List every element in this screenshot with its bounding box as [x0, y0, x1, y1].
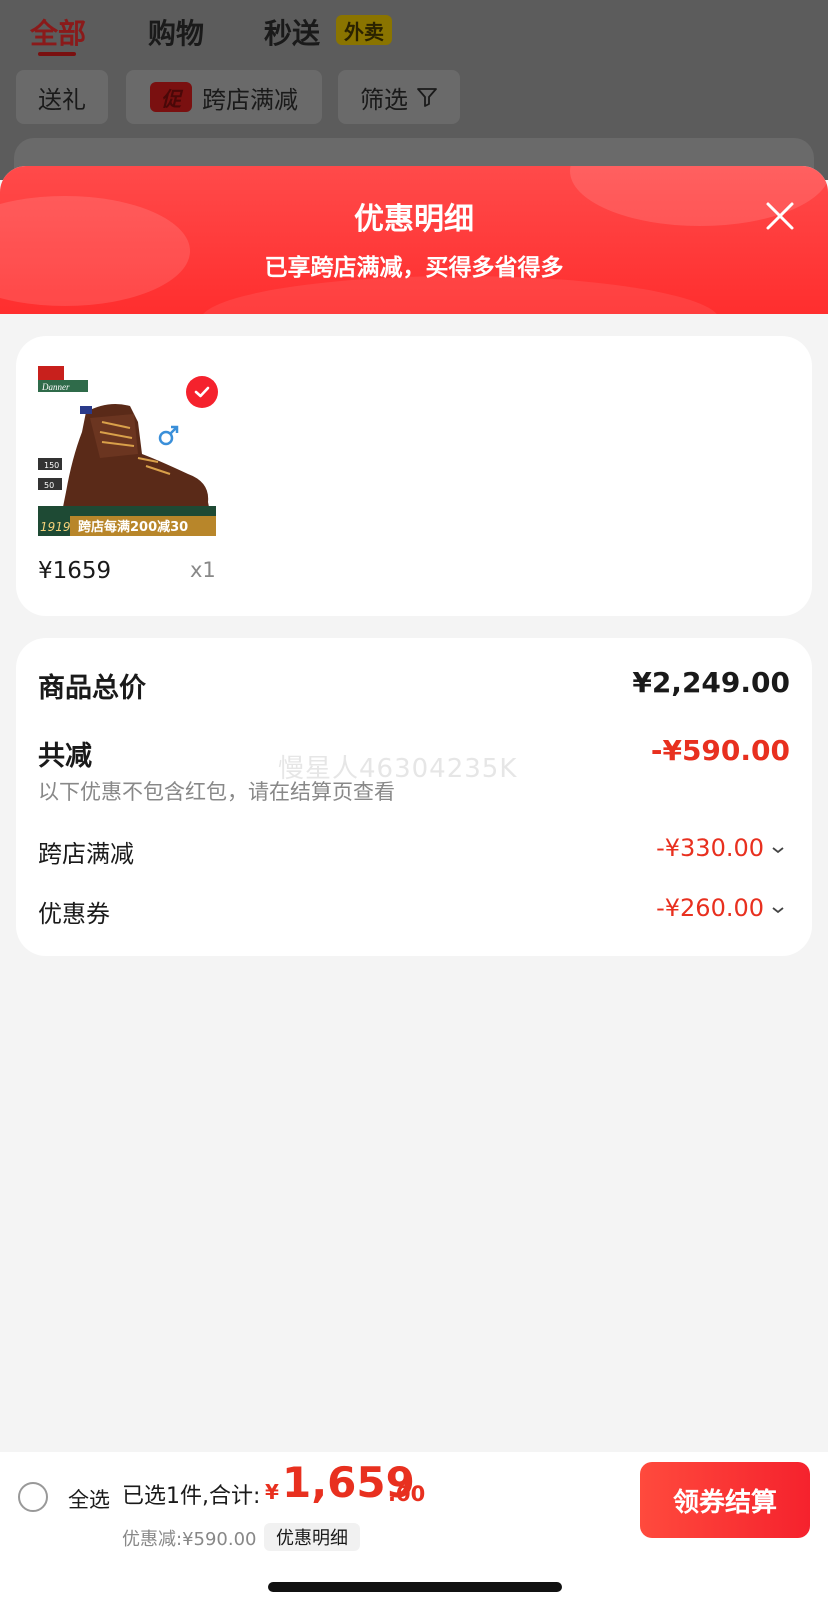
selected-count-text: 已选1件,合计: — [122, 1484, 261, 1509]
brand-logo-text: Danner — [41, 382, 70, 392]
takeout-badge: 外卖 — [336, 15, 392, 45]
tab-active-indicator — [38, 52, 76, 56]
filter-button-label: 筛选 — [360, 85, 408, 114]
discount-row-label: 优惠券 — [38, 900, 110, 928]
tab-shopping[interactable]: 购物 — [148, 12, 204, 52]
filter-chip-cross-store-label: 跨店满减 — [202, 85, 298, 114]
discount-detail-button[interactable]: 优惠明细 — [264, 1523, 360, 1551]
total-price-label: 商品总价 — [38, 673, 146, 704]
tab-all[interactable]: 全部 — [30, 12, 86, 52]
sheet-header: 优惠明细 已享跨店满减，买得多省得多 — [0, 166, 828, 314]
top-tab-bar: 全部 购物 秒送 外卖 — [0, 0, 828, 66]
close-button[interactable] — [758, 194, 802, 238]
select-all-label[interactable]: 全选 — [68, 1484, 110, 1514]
product-quantity: x1 — [190, 558, 216, 582]
filter-button[interactable]: 筛选 — [338, 70, 460, 124]
discount-detail-sheet: 优惠明细 已享跨店满减，买得多省得多 Danner 150 50 1919 跨店… — [0, 166, 828, 1606]
discount-amount-text: 优惠减:¥590.00 — [122, 1529, 257, 1550]
sheet-subtitle: 已享跨店满减，买得多省得多 — [264, 255, 564, 281]
home-indicator — [268, 1582, 562, 1592]
chevron-down-icon — [772, 907, 784, 914]
checkout-button[interactable]: 领券结算 — [640, 1462, 810, 1538]
checkout-bar: 全选 已选1件,合计: ¥ 1,659 .00 优惠减:¥590.00 优惠明细… — [0, 1452, 828, 1606]
filter-chip-gift[interactable]: 送礼 — [16, 70, 108, 124]
chevron-down-icon — [772, 847, 784, 854]
discount-row-label: 跨店满减 — [38, 840, 134, 868]
sheet-title: 优惠明细 — [354, 202, 474, 237]
product-card: Danner 150 50 1919 跨店每满200减30 ¥1659 x1 — [16, 336, 812, 616]
image-tag-1: 150 — [44, 461, 59, 470]
close-icon — [766, 202, 794, 230]
total-reduction-label: 共减 — [38, 741, 92, 772]
filter-chip-cross-store[interactable]: 促 跨店满减 — [126, 70, 322, 124]
selected-check-icon[interactable] — [186, 376, 218, 408]
total-currency: ¥ — [265, 1480, 279, 1504]
promo-tag-icon: 促 — [150, 82, 192, 112]
image-year-text: 1919 — [40, 520, 71, 534]
total-price-value: ¥2,249.00 — [632, 666, 790, 699]
select-all-checkbox[interactable] — [18, 1482, 48, 1512]
image-tag-2: 50 — [44, 481, 54, 490]
discount-row-value: -¥260.00 — [656, 894, 764, 922]
funnel-icon — [417, 88, 437, 107]
product-price: ¥1659 — [38, 558, 112, 584]
reduction-note: 以下优惠不包含红包，请在结算页查看 — [38, 780, 395, 804]
total-reduction-value: -¥590.00 — [650, 734, 790, 767]
discount-row-value: -¥330.00 — [656, 834, 764, 862]
tab-flash-delivery[interactable]: 秒送 — [264, 12, 320, 52]
filter-chip-gift-label: 送礼 — [38, 85, 86, 114]
price-summary-card: 商品总价 ¥2,249.00 共减 -¥590.00 慢星人46304235K … — [16, 638, 812, 956]
image-promo-text: 跨店每满200减30 — [78, 519, 188, 535]
total-amount-decimal: .00 — [388, 1482, 426, 1506]
